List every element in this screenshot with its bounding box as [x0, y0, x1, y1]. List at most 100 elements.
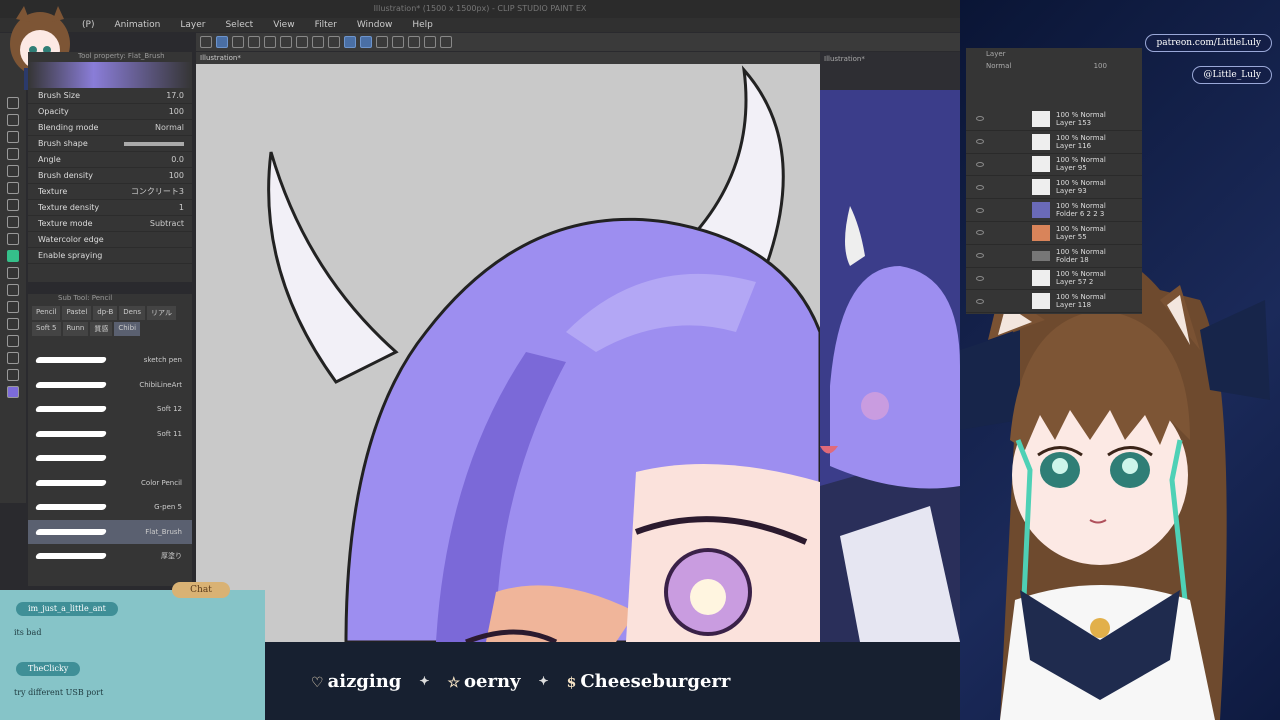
menu-item-select[interactable]: Select: [215, 20, 263, 30]
color-swatch-icon[interactable]: [7, 386, 19, 398]
brush-item[interactable]: ChibiLineArt: [28, 373, 192, 398]
pen-tool-icon[interactable]: [7, 165, 19, 177]
menu-item-animation[interactable]: Animation: [104, 20, 170, 30]
patreon-link[interactable]: patreon.com/LittleLuly: [1145, 34, 1272, 52]
zoom-icon[interactable]: [440, 36, 452, 48]
eye-icon[interactable]: [976, 253, 984, 259]
layer-row[interactable]: 100 % Normal Layer 116: [966, 131, 1142, 154]
brush-item[interactable]: [28, 446, 192, 471]
brush-item[interactable]: Soft 12: [28, 397, 192, 422]
folder-row[interactable]: 100 % Normal Folder 18: [966, 245, 1142, 268]
brush-item[interactable]: Color Pencil: [28, 471, 192, 496]
subtool-tab[interactable]: Soft 5: [32, 322, 61, 336]
eraser-tool-icon[interactable]: [7, 216, 19, 228]
brush-item[interactable]: sketch pen: [28, 348, 192, 373]
clear-icon[interactable]: [312, 36, 324, 48]
pencil-tool-icon[interactable]: [7, 250, 19, 262]
eye-icon[interactable]: [976, 275, 984, 281]
eye-icon[interactable]: [976, 230, 984, 236]
subtool-tab[interactable]: Chibi: [114, 322, 141, 336]
brush-stroke-preview: [34, 406, 108, 413]
subtool-tab[interactable]: Dens: [119, 306, 146, 320]
menu-item-view[interactable]: View: [263, 20, 304, 30]
prop-texture[interactable]: Texture コンクリート3: [28, 184, 192, 200]
menu-item-layer[interactable]: Layer: [170, 20, 215, 30]
brush-tool-icon[interactable]: [7, 182, 19, 194]
brush-item[interactable]: 厚塗り: [28, 544, 192, 569]
sub-view-tab[interactable]: Illustration*: [820, 52, 960, 66]
snap-icon[interactable]: [344, 36, 356, 48]
eye-icon[interactable]: [976, 207, 984, 213]
layer-row[interactable]: 100 % Normal Layer 93: [966, 176, 1142, 200]
fill-tool-icon[interactable]: [7, 267, 19, 279]
eyedropper-tool-icon[interactable]: [7, 148, 19, 160]
prop-watercolor-edge[interactable]: Watercolor edge: [28, 232, 192, 248]
main-canvas[interactable]: [196, 52, 820, 642]
frame-tool-icon[interactable]: [7, 318, 19, 330]
rotate-icon[interactable]: [424, 36, 436, 48]
layer-opacity[interactable]: 100: [1094, 62, 1107, 70]
eye-icon[interactable]: [976, 184, 984, 190]
text-tool-icon[interactable]: [7, 335, 19, 347]
brush-item[interactable]: G-pen 5: [28, 495, 192, 520]
brush-stroke-preview: [34, 504, 108, 511]
menu-item-help[interactable]: Help: [402, 20, 443, 30]
layer-blend-mode[interactable]: Normal: [986, 62, 1011, 70]
prop-brush-shape[interactable]: Brush shape: [28, 136, 192, 152]
move-tool-icon[interactable]: [7, 114, 19, 126]
fill-icon[interactable]: [328, 36, 340, 48]
transform-icon[interactable]: [392, 36, 404, 48]
subtool-tab[interactable]: Pencil: [32, 306, 61, 320]
airbrush-tool-icon[interactable]: [7, 199, 19, 211]
prop-texture-density[interactable]: Texture density 1: [28, 200, 192, 216]
layer-row[interactable]: 100 % Normal Layer 57 2: [966, 268, 1142, 291]
flip-icon[interactable]: [408, 36, 420, 48]
prop-opacity[interactable]: Opacity 100: [28, 104, 192, 120]
zoom-tool-icon[interactable]: [7, 97, 19, 109]
subtool-tab[interactable]: dp-B: [93, 306, 118, 320]
brush-item[interactable]: Soft 11: [28, 422, 192, 447]
gradient-tool-icon[interactable]: [7, 284, 19, 296]
ruler-tool-icon[interactable]: [7, 369, 19, 381]
balloon-tool-icon[interactable]: [7, 352, 19, 364]
eye-icon[interactable]: [976, 139, 984, 145]
prop-brush-size[interactable]: Brush Size 17.0: [28, 88, 192, 104]
save-icon[interactable]: [248, 36, 260, 48]
brush-item-selected[interactable]: Flat_Brush: [28, 519, 192, 544]
export-icon[interactable]: [264, 36, 276, 48]
eye-icon[interactable]: [976, 116, 984, 122]
select-tool-icon[interactable]: [216, 36, 228, 48]
layer-row[interactable]: 100 % Normal Layer 55: [966, 222, 1142, 245]
grid-icon[interactable]: [376, 36, 388, 48]
blend-tool-icon[interactable]: [7, 233, 19, 245]
eye-icon[interactable]: [976, 161, 984, 167]
subtool-tab[interactable]: 質感: [90, 322, 113, 336]
subtool-tab[interactable]: Runn: [62, 322, 89, 336]
subtool-tab[interactable]: Pastel: [62, 306, 92, 320]
figure-tool-icon[interactable]: [7, 301, 19, 313]
undo-icon[interactable]: [280, 36, 292, 48]
prop-blending-mode[interactable]: Blending mode Normal: [28, 120, 192, 136]
sub-view-panel[interactable]: Illustration*: [820, 52, 960, 642]
new-icon[interactable]: [200, 36, 212, 48]
layer-row[interactable]: 100 % Normal Layer 153: [966, 108, 1142, 131]
brush-preview: [28, 62, 192, 88]
brush-stroke-preview: [34, 381, 108, 388]
menu-item-window[interactable]: Window: [347, 20, 403, 30]
prop-enable-spraying[interactable]: Enable spraying: [28, 248, 192, 264]
eye-icon[interactable]: [976, 298, 984, 304]
layer-row[interactable]: 100 % Normal Layer 95: [966, 154, 1142, 177]
canvas-tab[interactable]: Illustration*: [196, 52, 820, 64]
prop-brush-density[interactable]: Brush density 100: [28, 168, 192, 184]
prop-angle[interactable]: Angle 0.0: [28, 152, 192, 168]
subtool-tab[interactable]: リアル: [147, 306, 176, 320]
layer-row[interactable]: 100 % Normal Folder 6 2 2 3: [966, 199, 1142, 222]
prop-texture-mode[interactable]: Texture mode Subtract: [28, 216, 192, 232]
open-icon[interactable]: [232, 36, 244, 48]
twitter-handle[interactable]: @Little_Luly: [1192, 66, 1272, 84]
layer-row[interactable]: 100 % Normal Layer 118: [966, 290, 1142, 314]
ruler-icon[interactable]: [360, 36, 372, 48]
menu-item-filter[interactable]: Filter: [305, 20, 347, 30]
lasso-tool-icon[interactable]: [7, 131, 19, 143]
redo-icon[interactable]: [296, 36, 308, 48]
